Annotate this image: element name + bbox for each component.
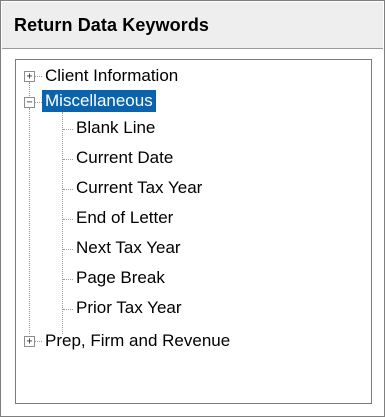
tree-connector bbox=[63, 279, 73, 280]
expand-toggle-prep-firm-revenue[interactable]: + bbox=[24, 336, 35, 347]
tree-connector-vertical bbox=[29, 108, 30, 334]
expand-toggle-client-information[interactable]: + bbox=[24, 71, 35, 82]
keywords-tree: + Client Information − Miscellaneous Bla… bbox=[15, 59, 372, 404]
tree-connector bbox=[35, 76, 42, 77]
panel-header: Return Data Keywords bbox=[2, 2, 383, 49]
tree-node-prep-firm-and-revenue[interactable]: Prep, Firm and Revenue bbox=[45, 331, 230, 351]
tree-connector bbox=[35, 341, 42, 342]
tree-node-next-tax-year[interactable]: Next Tax Year bbox=[76, 238, 181, 258]
tree-node-prior-tax-year[interactable]: Prior Tax Year bbox=[76, 298, 182, 318]
tree-node-current-date[interactable]: Current Date bbox=[76, 148, 173, 168]
tree-node-blank-line[interactable]: Blank Line bbox=[76, 118, 155, 138]
tree-connector-vertical bbox=[62, 112, 63, 334]
tree-connector-vertical bbox=[29, 82, 30, 96]
tree-connector bbox=[35, 102, 42, 103]
tree-connector bbox=[63, 309, 73, 310]
tree-node-end-of-letter[interactable]: End of Letter bbox=[76, 208, 173, 228]
tree-connector bbox=[63, 219, 73, 220]
tree-connector bbox=[63, 129, 73, 130]
tree-node-current-tax-year[interactable]: Current Tax Year bbox=[76, 178, 202, 198]
tree-connector bbox=[63, 189, 73, 190]
collapse-toggle-miscellaneous[interactable]: − bbox=[24, 97, 35, 108]
tree-node-page-break[interactable]: Page Break bbox=[76, 268, 165, 288]
tree-node-miscellaneous[interactable]: Miscellaneous bbox=[42, 90, 156, 112]
tree-connector bbox=[63, 159, 73, 160]
panel-title: Return Data Keywords bbox=[14, 15, 210, 35]
tree-connector bbox=[63, 249, 73, 250]
tree-node-client-information[interactable]: Client Information bbox=[45, 66, 178, 86]
return-data-keywords-panel: Return Data Keywords + Client Informatio… bbox=[0, 0, 385, 417]
